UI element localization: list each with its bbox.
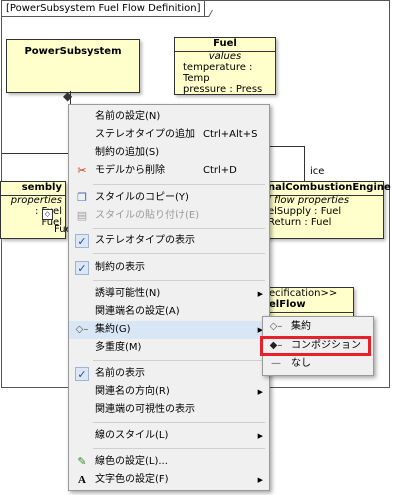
menu-item-set-name[interactable]: 名前の設定(N) bbox=[69, 108, 269, 126]
fuel-block[interactable]: Fuel values temperature : Temp pressure … bbox=[174, 37, 276, 95]
menu-item-label: スタイルのコピー(Y) bbox=[95, 192, 189, 203]
menu-item-text-color[interactable]: A 文字色の設定(F) ▶ bbox=[69, 471, 269, 489]
checkmark-icon: ✓ bbox=[75, 367, 89, 381]
menu-item-navigability[interactable]: 誘導可能性(N) ▶ bbox=[69, 285, 269, 303]
menu-item-association-end-visibility[interactable]: 関連端の可視性の表示 bbox=[69, 401, 269, 419]
association-end-label: ice bbox=[310, 166, 325, 177]
checkmark-icon: ✓ bbox=[75, 234, 89, 248]
submenu-item-none[interactable]: — なし bbox=[263, 355, 373, 373]
submenu-item-label: 集約 bbox=[291, 321, 311, 332]
aggregation-diamond-icon: ◇– bbox=[75, 324, 89, 335]
menu-item-show-stereotype[interactable]: ✓ ステレオタイプの表示 bbox=[69, 232, 269, 250]
menu-item-label: 関連端の可視性の表示 bbox=[95, 404, 195, 415]
menu-item-aggregation[interactable]: ◇– 集約(G) ▶ bbox=[69, 321, 269, 339]
context-menu: 名前の設定(N) ステレオタイプの追加 Ctrl+Alt+S 制約の追加(S) … bbox=[68, 104, 270, 491]
menu-item-label: スタイルの貼り付け(E) bbox=[95, 210, 200, 221]
text-color-icon: A bbox=[78, 474, 86, 486]
delete-icon: ✂ bbox=[77, 164, 87, 177]
association-line[interactable] bbox=[2, 153, 70, 154]
paste-icon: ▤ bbox=[76, 209, 88, 222]
menu-separator bbox=[93, 280, 265, 281]
menu-item-label: ステレオタイプの表示 bbox=[95, 235, 195, 246]
submenu-arrow-icon: ▶ bbox=[257, 388, 263, 396]
menu-item-show-name[interactable]: ✓ 名前の表示 bbox=[69, 365, 269, 383]
block-name: Fuel bbox=[213, 38, 237, 49]
hollow-diamond-icon: ◇– bbox=[269, 321, 283, 332]
menu-item-label: 線色の設定(L)... bbox=[95, 456, 168, 467]
compartment-label: properties bbox=[10, 195, 62, 206]
menu-item-association-name-direction[interactable]: 関連名の方向(R) ▶ bbox=[69, 383, 269, 401]
menu-separator bbox=[93, 253, 265, 254]
menu-item-add-constraint[interactable]: 制約の追加(S) bbox=[69, 144, 269, 162]
menu-item-label: 線のスタイル(L) bbox=[95, 430, 169, 441]
composition-diamond-icon[interactable]: ◆ bbox=[63, 90, 75, 102]
menu-item-line-color[interactable]: ✎ 線色の設定(L)... bbox=[69, 453, 269, 471]
menu-item-label: 名前の設定(N) bbox=[95, 111, 161, 122]
copy-icon: ❐ bbox=[77, 191, 87, 204]
menu-item-association-end-name[interactable]: 関連端名の設定(A) bbox=[69, 303, 269, 321]
association-line[interactable] bbox=[270, 146, 304, 147]
block-property: pressure : Press bbox=[183, 84, 263, 95]
menu-item-line-style[interactable]: 線のスタイル(L) ▶ bbox=[69, 427, 269, 445]
submenu-arrow-icon: ▶ bbox=[257, 476, 263, 484]
menu-item-label: 制約の追加(S) bbox=[95, 147, 160, 158]
menu-item-label: ステレオタイプの追加 bbox=[95, 129, 195, 140]
menu-separator bbox=[93, 448, 265, 449]
submenu-item-label: なし bbox=[291, 358, 311, 369]
menu-separator bbox=[93, 228, 265, 229]
block-property: temperature : Temp bbox=[183, 62, 253, 84]
submenu-item-aggregation[interactable]: ◇– 集約 bbox=[263, 318, 373, 336]
menu-item-label: 名前の表示 bbox=[95, 368, 145, 379]
plain-line-icon: — bbox=[271, 358, 281, 369]
menu-item-label: 関連端名の設定(A) bbox=[95, 306, 180, 317]
compartment-label: values bbox=[208, 51, 242, 62]
highlight-box bbox=[260, 336, 371, 356]
menu-item-shortcut: Ctrl+Alt+S bbox=[203, 129, 258, 140]
menu-item-label: 関連名の方向(R) bbox=[95, 386, 170, 397]
pencil-icon: ✎ bbox=[77, 455, 87, 468]
menu-item-paste-style[interactable]: ▤ スタイルの貼り付け(E) bbox=[69, 207, 269, 225]
flow-port-icon[interactable]: ◇ bbox=[42, 209, 53, 220]
menu-item-add-stereotype[interactable]: ステレオタイプの追加 Ctrl+Alt+S bbox=[69, 126, 269, 144]
block-name: sembly bbox=[21, 182, 62, 193]
menu-item-multiplicity[interactable]: 多重度(M) bbox=[69, 339, 269, 357]
diagram-title: [PowerSubsystem Fuel Flow Definition] bbox=[2, 1, 206, 17]
power-subsystem-block[interactable]: PowerSubsystem bbox=[6, 39, 140, 93]
menu-separator bbox=[93, 184, 265, 185]
menu-item-copy-style[interactable]: ❐ スタイルのコピー(Y) bbox=[69, 189, 269, 207]
block-name: PowerSubsystem bbox=[24, 46, 122, 57]
menu-item-delete-from-model[interactable]: ✂ モデルから削除 Ctrl+D bbox=[69, 162, 269, 180]
block-property: : Fuel bbox=[34, 206, 62, 217]
submenu-arrow-icon: ▶ bbox=[257, 290, 263, 298]
menu-separator bbox=[93, 360, 265, 361]
menu-item-label: 集約(G) bbox=[95, 324, 131, 335]
submenu-arrow-icon: ▶ bbox=[257, 432, 263, 440]
menu-item-label: 誘導可能性(N) bbox=[95, 288, 161, 299]
menu-item-label: モデルから削除 bbox=[95, 165, 165, 176]
menu-item-label: 多重度(M) bbox=[95, 342, 142, 353]
menu-item-label: 制約の表示 bbox=[95, 262, 145, 273]
menu-item-shortcut: Ctrl+D bbox=[203, 165, 237, 176]
menu-item-show-constraints[interactable]: ✓ 制約の表示 bbox=[69, 259, 269, 277]
association-line[interactable] bbox=[304, 146, 305, 181]
checkmark-icon: ✓ bbox=[75, 261, 89, 275]
menu-separator bbox=[93, 422, 265, 423]
menu-item-label: 文字色の設定(F) bbox=[95, 474, 169, 485]
